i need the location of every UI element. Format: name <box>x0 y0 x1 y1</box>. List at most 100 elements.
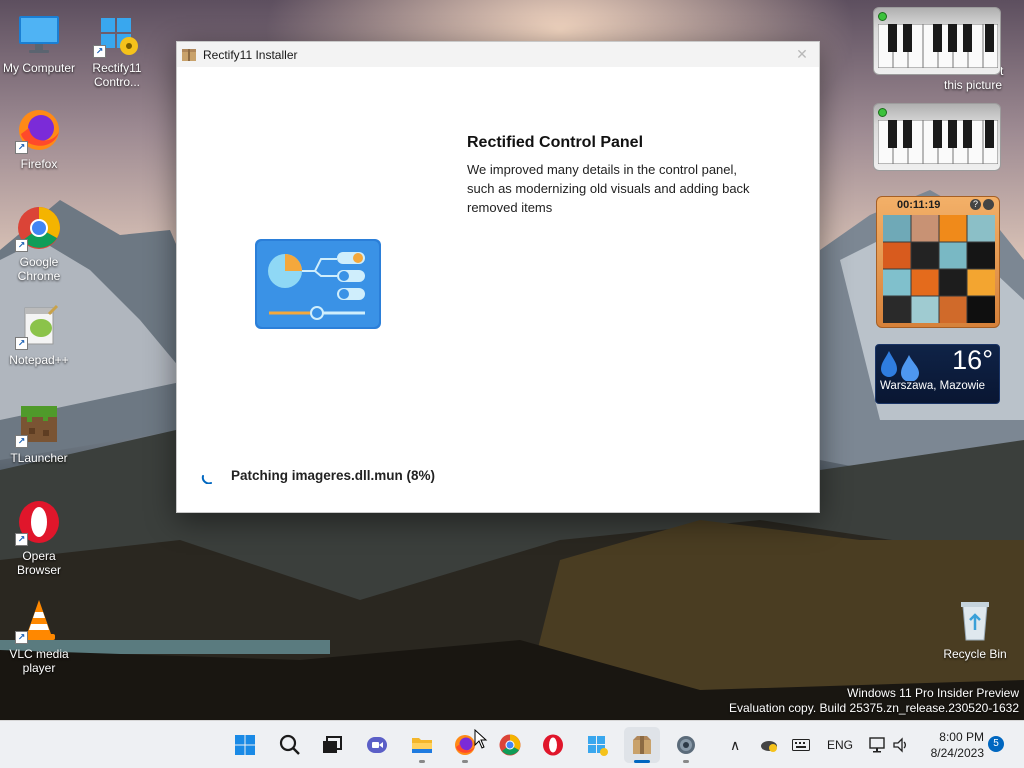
touch-keyboard-button[interactable] <box>792 721 810 768</box>
installer-window: Rectify11 Installer ✕ Rectified Control … <box>176 41 820 513</box>
taskbar-rectify11-control[interactable] <box>579 727 615 763</box>
feature-description: We improved many details in the control … <box>467 162 750 215</box>
start-button[interactable] <box>227 727 263 763</box>
control-panel-icon <box>255 239 381 329</box>
power-led-icon <box>878 12 887 21</box>
desktop-icon-label: Notepad++ <box>9 353 69 367</box>
keyboard-icon <box>792 739 810 751</box>
desktop-icon-recycle-bin[interactable]: Recycle Bin <box>936 596 1014 661</box>
opera-icon <box>543 734 563 756</box>
running-indicator <box>419 760 425 763</box>
taskbar-opera[interactable] <box>535 727 571 763</box>
desktop-icon-label: Firefox <box>20 157 58 171</box>
onedrive-tray-icon[interactable] <box>760 721 778 768</box>
windows-settings-icon <box>588 736 608 756</box>
weather-location: Warszawa, Mazowie <box>880 380 986 392</box>
desktop-icon-label: Google Chrome <box>17 255 61 283</box>
search-button[interactable] <box>272 727 308 763</box>
package-icon <box>182 48 196 61</box>
firefox-icon: ↗ <box>15 106 63 154</box>
minecraft-block-icon: ↗ <box>15 400 63 448</box>
desktop-icon-label: Recycle Bin <box>943 647 1007 661</box>
rain-drops-icon <box>881 351 919 381</box>
puzzle-tiles[interactable] <box>883 215 995 323</box>
desktop-icon-label: TLauncher <box>10 451 68 465</box>
puzzle-timer: 00:11:19 <box>897 199 941 211</box>
taskbar-chrome[interactable] <box>492 727 528 763</box>
loading-spinner-icon <box>201 475 212 484</box>
install-status-text: Patching imageres.dll.mun (8%) <box>231 468 436 483</box>
taskbar: ∧ ENG 8:00 PM 8/24/2023 <box>0 720 1024 768</box>
piano-gadget[interactable] <box>873 7 1001 75</box>
desktop-icon-notepad-plus-plus[interactable]: ↗ Notepad++ <box>0 302 78 367</box>
running-indicator <box>462 760 468 763</box>
chevron-up-icon: ∧ <box>730 736 741 753</box>
show-hidden-icons-button[interactable]: ∧ <box>730 721 740 768</box>
help-icon[interactable]: ? <box>970 199 981 210</box>
desktop-icon-opera-browser[interactable]: ↗ Opera Browser <box>0 498 78 577</box>
picture-puzzle-gadget[interactable]: 00:11:19 ? <box>876 196 1000 328</box>
opera-icon: ↗ <box>15 498 63 546</box>
piano-keys-icon <box>878 120 998 164</box>
running-indicator <box>683 760 689 763</box>
taskbar-rectify11-installer[interactable] <box>624 727 660 763</box>
desktop-icon-google-chrome[interactable]: ↗ Google Chrome <box>0 204 78 283</box>
desktop-icon-label: Opera Browser <box>16 549 61 577</box>
mouse-cursor-icon <box>474 729 488 749</box>
taskbar-meet-chat[interactable] <box>359 727 395 763</box>
windows-evaluation-watermark: Windows 11 Pro Insider Preview Evaluatio… <box>729 686 1019 715</box>
taskbar-file-explorer[interactable] <box>404 727 440 763</box>
task-view-icon <box>323 736 342 753</box>
search-icon <box>279 734 300 755</box>
piano-gadget[interactable] <box>873 103 1001 171</box>
options-icon[interactable] <box>983 199 994 210</box>
volume-tray-icon[interactable] <box>892 721 910 768</box>
input-language[interactable]: ENG <box>827 738 853 752</box>
desktop-icon-tlauncher[interactable]: ↗ TLauncher <box>0 400 78 465</box>
vlc-cone-icon: ↗ <box>15 596 63 644</box>
weather-temperature: 16° <box>952 345 993 375</box>
shortcut-arrow-icon: ↗ <box>15 631 28 644</box>
windows-logo-icon <box>235 735 255 755</box>
shortcut-arrow-icon: ↗ <box>15 435 28 448</box>
taskbar-settings[interactable] <box>668 727 704 763</box>
weather-gadget[interactable]: 16° Warszawa, Mazowie <box>875 344 1000 404</box>
taskbar-clock[interactable]: 8:00 PM 8/24/2023 <box>918 729 984 761</box>
clock-date: 8/24/2023 <box>930 746 984 760</box>
shortcut-arrow-icon: ↗ <box>93 45 106 58</box>
desktop-icon-firefox[interactable]: ↗ Firefox <box>0 106 78 171</box>
desktop-icon-my-computer[interactable]: My Computer <box>0 10 78 75</box>
chrome-icon <box>499 734 521 756</box>
gear-icon <box>677 736 695 754</box>
chrome-icon: ↗ <box>15 204 63 252</box>
notepad-plus-plus-icon: ↗ <box>15 302 63 350</box>
desktop-icon-rectify11-control[interactable]: ↗ Rectify11 Contro... <box>78 10 156 89</box>
window-titlebar[interactable]: Rectify11 Installer ✕ <box>177 42 819 67</box>
cloud-warning-icon <box>761 741 777 752</box>
speaker-icon <box>893 737 906 753</box>
piano-keys-icon <box>878 24 998 68</box>
desktop-icon-label: VLC media player <box>9 647 69 675</box>
feature-title: Rectified Control Panel <box>467 134 644 151</box>
shortcut-arrow-icon: ↗ <box>15 141 28 154</box>
close-button[interactable]: ✕ <box>785 42 819 67</box>
network-icon <box>869 737 885 753</box>
windows-settings-icon: ↗ <box>93 10 141 58</box>
desktop-icon-label: My Computer <box>2 61 76 75</box>
power-led-icon <box>878 108 887 117</box>
package-icon <box>633 736 651 754</box>
folder-icon <box>412 738 432 753</box>
task-view-button[interactable] <box>314 727 350 763</box>
shortcut-arrow-icon: ↗ <box>15 533 28 546</box>
window-title: Rectify11 Installer <box>203 47 298 62</box>
notification-count-badge[interactable]: 5 <box>988 736 1004 752</box>
desktop-icon-vlc-media-player[interactable]: ↗ VLC media player <box>0 596 78 675</box>
monitor-icon <box>15 10 63 58</box>
desktop-icon-label: Rectify11 Contro... <box>92 61 142 89</box>
shortcut-arrow-icon: ↗ <box>15 337 28 350</box>
recycle-bin-icon <box>951 596 999 644</box>
network-tray-icon[interactable] <box>868 721 886 768</box>
video-chat-icon <box>367 737 387 753</box>
running-indicator <box>634 760 650 763</box>
shortcut-arrow-icon: ↗ <box>15 239 28 252</box>
